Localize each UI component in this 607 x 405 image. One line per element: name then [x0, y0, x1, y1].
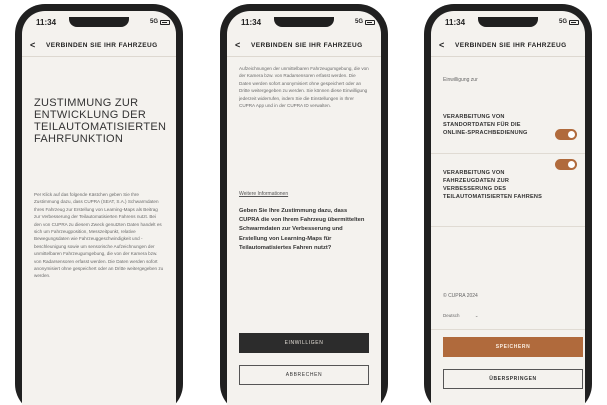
consent-body: Per Klick auf das folgende Kästchen gebe…	[34, 192, 164, 279]
status-time: 11:34	[36, 18, 57, 27]
back-arrow-icon[interactable]: <	[439, 41, 445, 50]
option-label-vehicle: VERARBEITUNG VON FAHRZEUGDATEN ZUR VERBE…	[443, 170, 543, 200]
page-header: < VERBINDEN SIE IHR FAHRZEUG	[22, 35, 176, 57]
consent-button[interactable]: EINWILLIGEN	[239, 333, 369, 353]
notch	[478, 17, 538, 27]
toggle-knob	[568, 131, 575, 138]
language-select[interactable]: Deutsch ⌄	[443, 313, 479, 319]
consent-question: Geben Sie Ihre Zustimmung dazu, dass CUP…	[239, 208, 365, 251]
toggle-vehicle-data[interactable]	[555, 159, 577, 170]
page-header: < VERBINDEN SIE IHR FAHRZEUG	[431, 35, 585, 57]
battery-icon	[160, 20, 170, 25]
save-button[interactable]: SPEICHERN	[443, 337, 583, 357]
network-indicator: 5G	[558, 19, 567, 25]
divider	[431, 329, 585, 330]
phone-frame-2: 11:34 5G < VERBINDEN SIE IHR FAHRZEUG Au…	[220, 4, 388, 405]
language-value: Deutsch	[443, 313, 460, 318]
phone-frame-1: 11:34 5G < VERBINDEN SIE IHR FAHRZEUG ZU…	[15, 4, 183, 405]
toggle-location-data[interactable]	[555, 129, 577, 140]
screen-consent-settings: 11:34 5G < VERBINDEN SIE IHR FAHRZEUG Ei…	[431, 11, 585, 405]
status-time: 11:34	[445, 18, 466, 27]
status-bar: 11:34 5G	[227, 17, 381, 31]
phone-frame-3: 11:34 5G < VERBINDEN SIE IHR FAHRZEUG Ei…	[424, 4, 592, 405]
page-header: < VERBINDEN SIE IHR FAHRZEUG	[227, 35, 381, 57]
back-arrow-icon[interactable]: <	[235, 41, 241, 50]
consent-title: ZUSTIMMUNG ZUR ENTWICKLUNG DER TEILAUTOM…	[34, 97, 167, 145]
screen-consent-intro: 11:34 5G < VERBINDEN SIE IHR FAHRZEUG ZU…	[22, 11, 176, 405]
notch	[274, 17, 334, 27]
skip-button[interactable]: ÜBERSPRINGEN	[443, 369, 583, 389]
network-indicator: 5G	[354, 19, 363, 25]
status-bar: 11:34 5G	[431, 17, 585, 31]
status-bar: 11:34 5G	[22, 17, 176, 31]
chevron-down-icon: ⌄	[474, 313, 479, 318]
page-title: VERBINDEN SIE IHR FAHRZEUG	[455, 42, 567, 49]
page-title: VERBINDEN SIE IHR FAHRZEUG	[46, 42, 158, 49]
divider	[431, 153, 585, 154]
battery-icon	[569, 20, 579, 25]
consent-body-continued: Aufzeichnungen der unmittelbaren Fahrzeu…	[239, 66, 369, 109]
network-indicator: 5G	[149, 19, 158, 25]
consent-intro-label: Einwilligung zur	[443, 77, 478, 83]
toggle-knob	[568, 161, 575, 168]
battery-icon	[365, 20, 375, 25]
divider	[431, 226, 585, 227]
copyright-text: © CUPRA 2024	[443, 293, 478, 299]
back-arrow-icon[interactable]: <	[30, 41, 36, 50]
screen-consent-question: 11:34 5G < VERBINDEN SIE IHR FAHRZEUG Au…	[227, 11, 381, 405]
option-label-location: VERARBEITUNG VON STANDORTDATEN FÜR DIE O…	[443, 114, 528, 136]
more-info-link[interactable]: Weitere Informationen	[239, 191, 288, 197]
status-time: 11:34	[241, 18, 262, 27]
cancel-button[interactable]: ABBRECHEN	[239, 365, 369, 385]
page-title: VERBINDEN SIE IHR FAHRZEUG	[251, 42, 363, 49]
notch	[69, 17, 129, 27]
